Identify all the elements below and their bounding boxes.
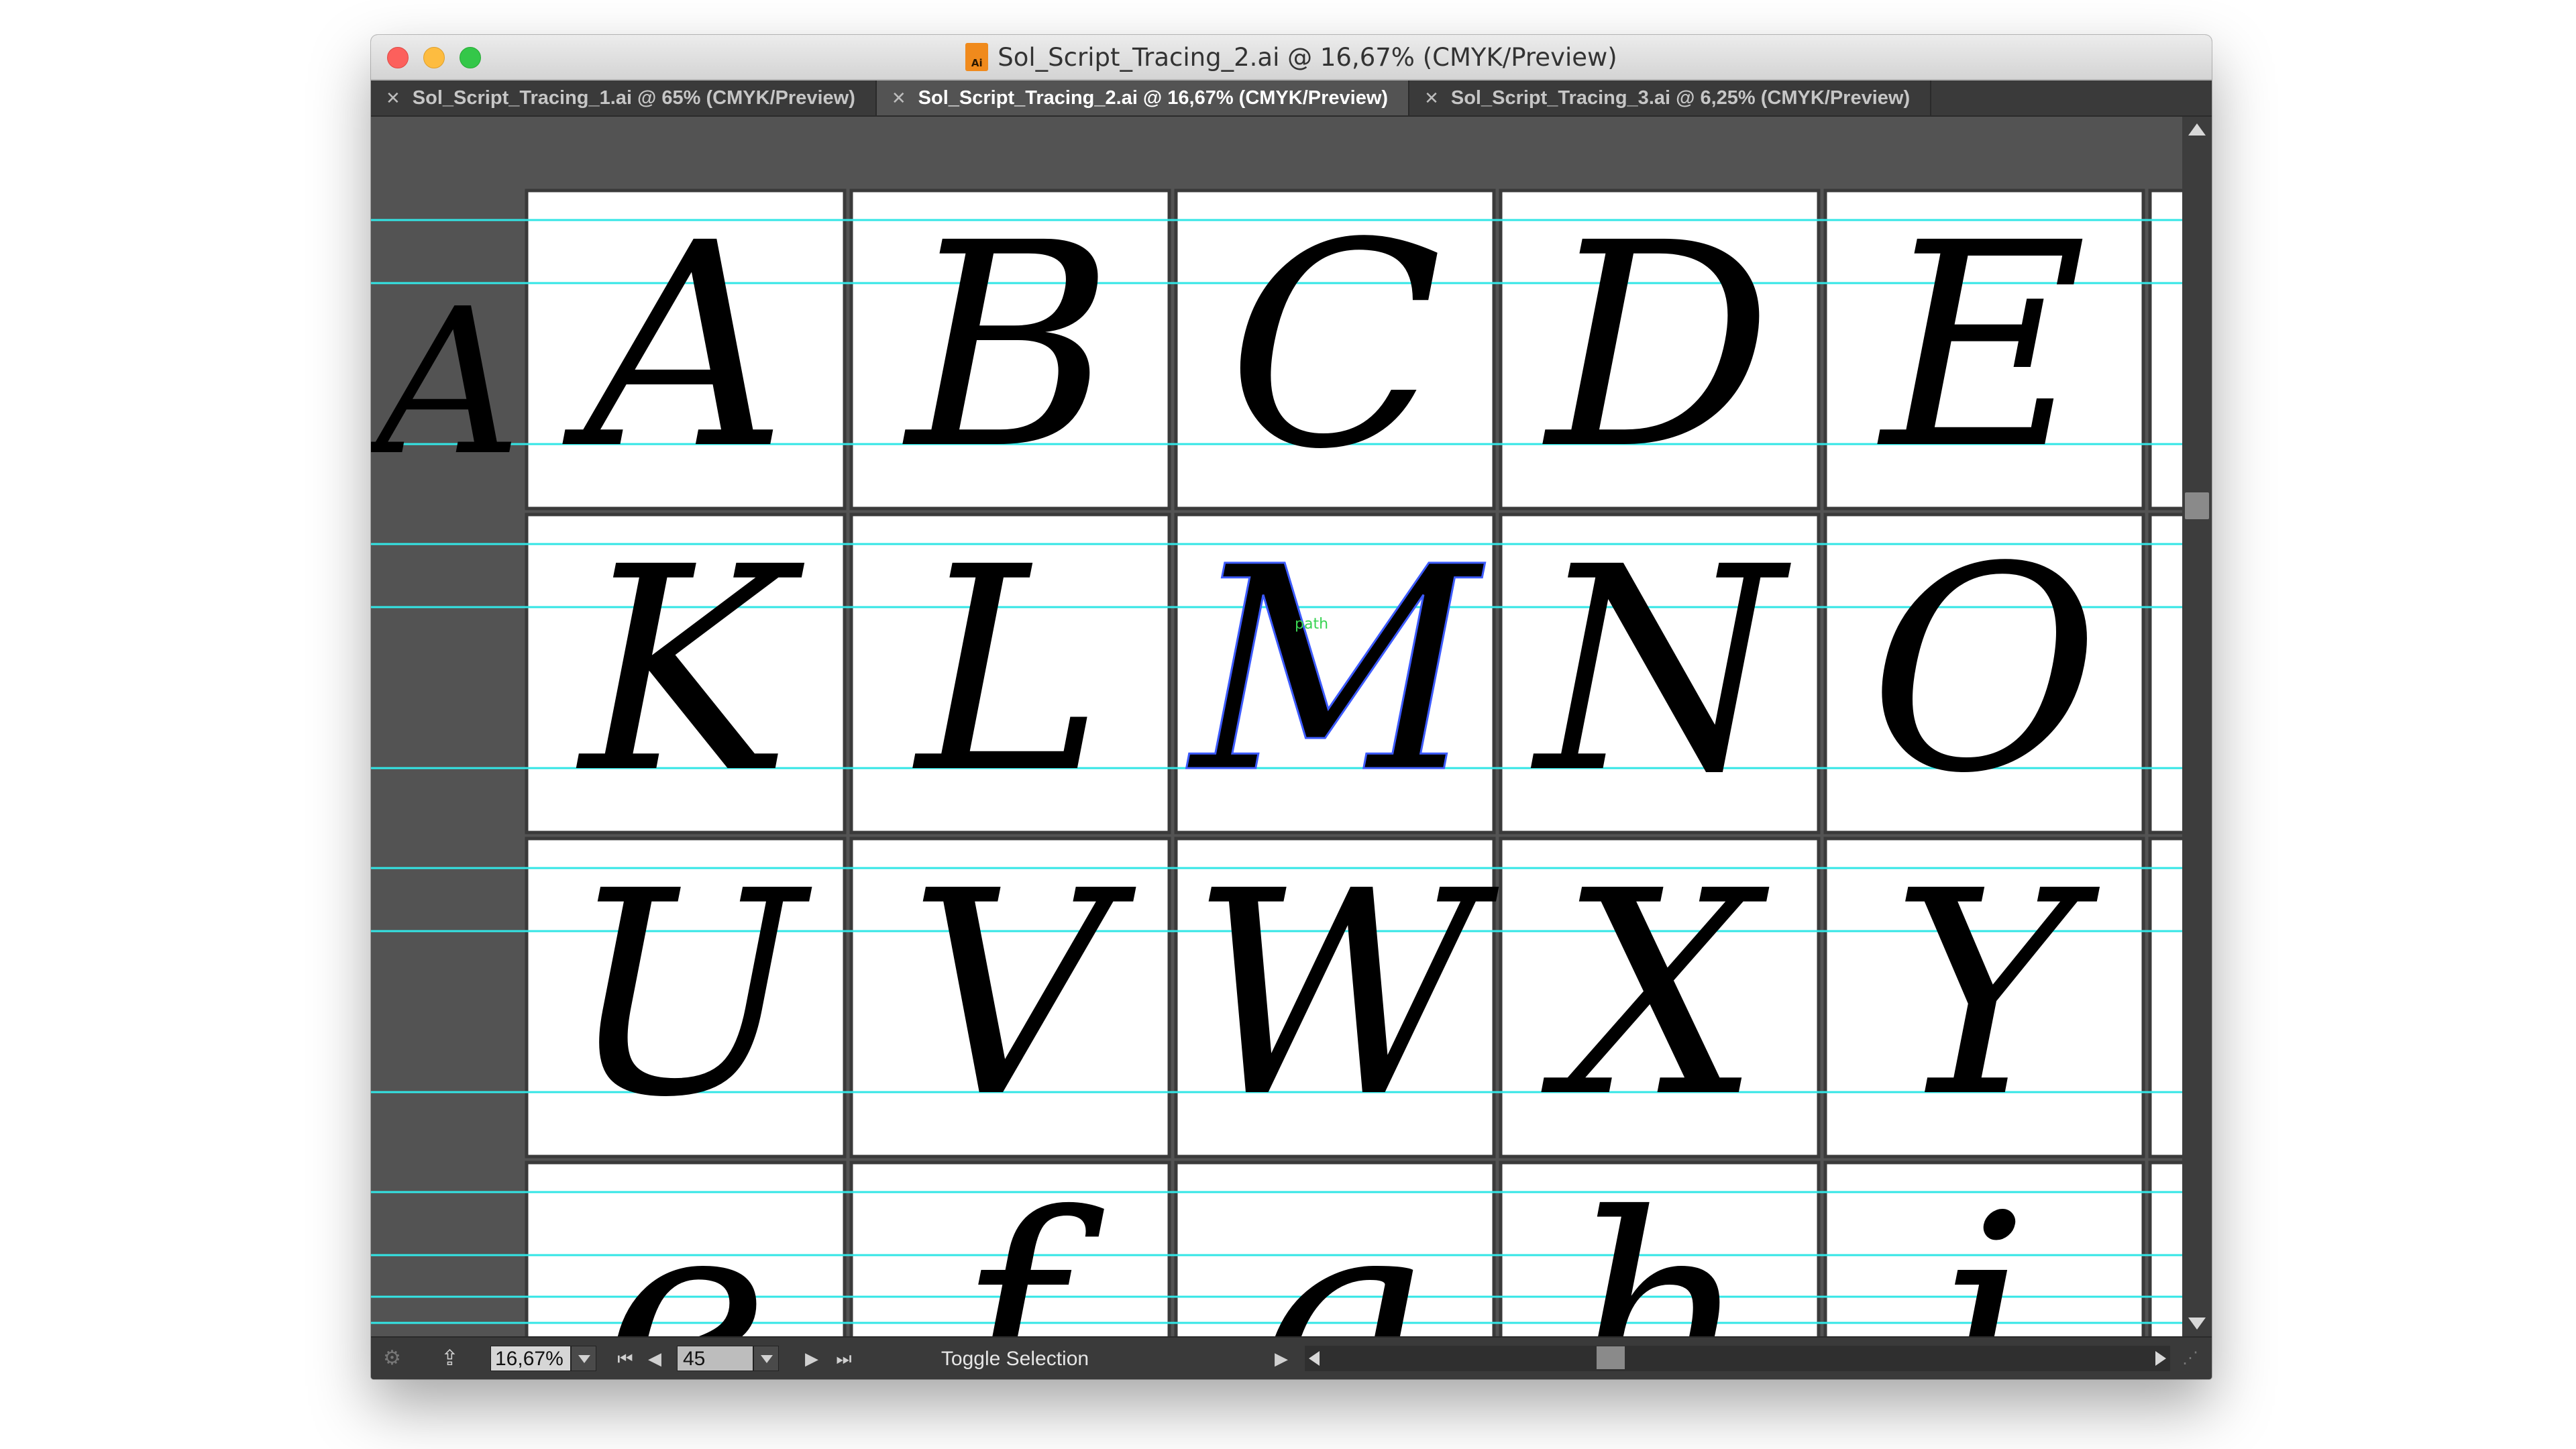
title-bar[interactable]: Ai Sol_Script_Tracing_2.ai @ 16,67% (CMY… bbox=[371, 35, 2212, 80]
vertical-scroll-thumb[interactable] bbox=[2185, 492, 2209, 519]
chevron-down-icon bbox=[761, 1355, 773, 1363]
artboard-canvas[interactable]: A A B C D E K L Mpath N O U V W X Ye f g h i bbox=[371, 117, 2182, 1336]
tab-sol-script-tracing-3[interactable]: ✕ Sol_Script_Tracing_3.ai @ 6,25% (CMYK/… bbox=[1409, 80, 1932, 115]
scroll-left-arrow-icon[interactable] bbox=[1309, 1351, 1320, 1366]
last-artboard-button[interactable]: ⏭ bbox=[831, 1346, 857, 1371]
script-letter-g[interactable]: g bbox=[1245, 1155, 1426, 1336]
script-letter-Y[interactable]: Y bbox=[1891, 831, 2102, 1159]
script-letter-A[interactable]: A bbox=[562, 183, 788, 511]
script-letter-i[interactable]: i bbox=[1939, 1155, 2029, 1336]
script-letter-e[interactable]: e bbox=[602, 1155, 769, 1336]
illustrator-file-icon: Ai bbox=[965, 43, 989, 71]
status-menu-arrow[interactable]: ▶ bbox=[1271, 1346, 1291, 1371]
script-letter-C[interactable]: C bbox=[1227, 183, 1442, 511]
zoom-dropdown-button[interactable] bbox=[571, 1346, 596, 1371]
status-bar: ⚙ ⇪ 16,67% ⏮ ◀ 45 ▶ ⏭ Toggle Selection ▶… bbox=[371, 1336, 2212, 1379]
vertical-scrollbar[interactable] bbox=[2182, 117, 2212, 1336]
tab-label: Sol_Script_Tracing_3.ai @ 6,25% (CMYK/Pr… bbox=[1450, 87, 1911, 109]
script-letter-V[interactable]: V bbox=[908, 831, 1137, 1159]
canvas-drawing[interactable]: A A B C D EK L Mpath N OU V W X Ye f g h i bbox=[371, 117, 2182, 1336]
script-letter-X[interactable]: X bbox=[1538, 831, 1771, 1159]
smart-guide-label: path bbox=[1295, 616, 1328, 633]
script-letter-U[interactable]: U bbox=[567, 831, 814, 1159]
export-icon[interactable]: ⇪ bbox=[441, 1346, 468, 1371]
previous-artboard-button[interactable]: ◀ bbox=[643, 1346, 666, 1371]
tab-label: Sol_Script_Tracing_1.ai @ 65% (CMYK/Prev… bbox=[412, 87, 855, 109]
artboard[interactable] bbox=[2148, 1161, 2182, 1336]
script-letter-K[interactable]: K bbox=[576, 507, 805, 835]
close-tab-icon[interactable]: ✕ bbox=[386, 88, 400, 109]
zoom-level-field[interactable]: 16,67% bbox=[490, 1346, 571, 1371]
script-letter-B[interactable]: B bbox=[902, 183, 1114, 511]
gear-icon[interactable]: ⚙ bbox=[383, 1346, 418, 1371]
tab-label: Sol_Script_Tracing_2.ai @ 16,67% (CMYK/P… bbox=[918, 87, 1389, 109]
close-tab-icon[interactable]: ✕ bbox=[892, 88, 906, 109]
horizontal-scroll-thumb[interactable] bbox=[1597, 1346, 1625, 1369]
next-artboard-button[interactable]: ▶ bbox=[800, 1346, 823, 1371]
resize-grip-icon[interactable]: ⋰ bbox=[2182, 1346, 2209, 1371]
scroll-up-arrow-icon[interactable] bbox=[2188, 123, 2206, 136]
script-letter-O[interactable]: O bbox=[1869, 507, 2100, 835]
pasteboard-letter: A bbox=[371, 266, 521, 500]
first-artboard-button[interactable]: ⏮ bbox=[612, 1346, 638, 1371]
script-letter-h[interactable]: h bbox=[1569, 1155, 1751, 1336]
status-text[interactable]: Toggle Selection bbox=[867, 1346, 1163, 1371]
script-letter-L[interactable]: L bbox=[912, 507, 1104, 835]
window-title: Sol_Script_Tracing_2.ai @ 16,67% (CMYK/P… bbox=[998, 42, 1617, 72]
close-tab-icon[interactable]: ✕ bbox=[1424, 88, 1439, 109]
artboard-number-field[interactable]: 45 bbox=[677, 1346, 753, 1371]
tab-sol-script-tracing-2[interactable]: ✕ Sol_Script_Tracing_2.ai @ 16,67% (CMYK… bbox=[876, 80, 1410, 115]
scroll-right-arrow-icon[interactable] bbox=[2155, 1351, 2166, 1366]
script-letter-W[interactable]: W bbox=[1190, 831, 1503, 1159]
script-letter-M[interactable]: M bbox=[1185, 506, 1487, 837]
artboard[interactable] bbox=[2148, 837, 2182, 1159]
file-icon-label: Ai bbox=[971, 57, 983, 69]
script-letter-N[interactable]: N bbox=[1527, 507, 1792, 835]
document-tab-bar: ✕ Sol_Script_Tracing_1.ai @ 65% (CMYK/Pr… bbox=[371, 80, 2212, 117]
artboard[interactable] bbox=[2148, 513, 2182, 835]
artboard[interactable] bbox=[2148, 189, 2182, 511]
tab-sol-script-tracing-1[interactable]: ✕ Sol_Script_Tracing_1.ai @ 65% (CMYK/Pr… bbox=[371, 80, 877, 115]
script-letter-D[interactable]: D bbox=[1542, 183, 1772, 511]
horizontal-scrollbar[interactable] bbox=[1305, 1346, 2170, 1371]
title-container: Ai Sol_Script_Tracing_2.ai @ 16,67% (CMY… bbox=[371, 35, 2212, 79]
script-letter-E[interactable]: E bbox=[1877, 183, 2087, 511]
illustrator-window: Ai Sol_Script_Tracing_2.ai @ 16,67% (CMY… bbox=[371, 35, 2212, 1379]
scroll-down-arrow-icon[interactable] bbox=[2188, 1318, 2206, 1330]
artboard-dropdown-button[interactable] bbox=[753, 1346, 779, 1371]
chevron-down-icon bbox=[578, 1355, 590, 1363]
